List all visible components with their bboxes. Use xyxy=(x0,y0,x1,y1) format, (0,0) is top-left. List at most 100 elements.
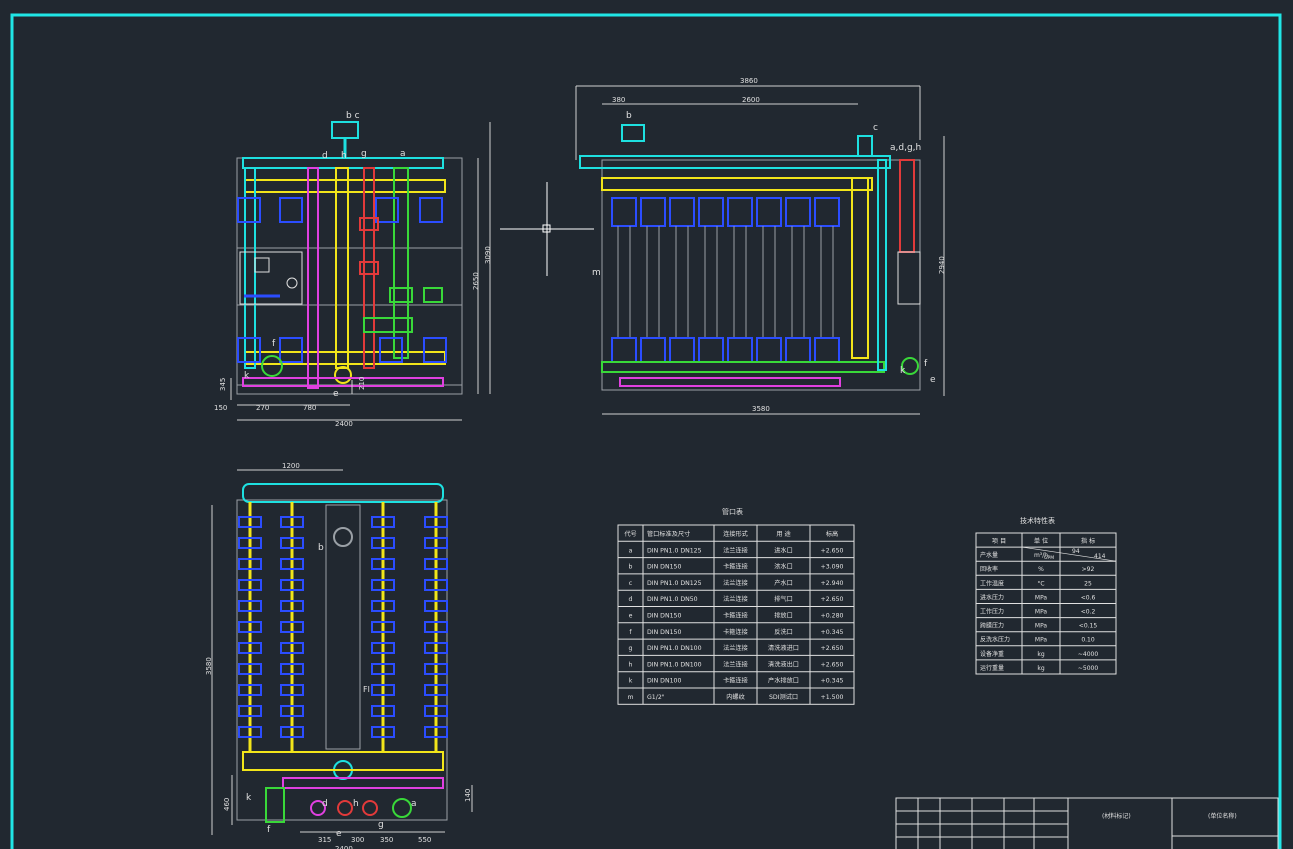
nozzle-table-cell: 法兰连接 xyxy=(723,644,748,652)
cad-drawing-canvas: 2400 150 270 780 345 210 2650 3090 b c d… xyxy=(10,13,1282,849)
nozzle-table-header: 标高 xyxy=(826,530,838,538)
nozzle-table-cell: G1/2" xyxy=(647,694,665,701)
front-dim-height-total: 3090 xyxy=(484,246,492,264)
front-dim-offset-b: 780 xyxy=(303,404,316,412)
plan-label-d: d xyxy=(322,799,328,809)
nozzle-table-cell: DIN PN1.0 DN100 xyxy=(647,645,702,652)
spec-table-cell: MPa xyxy=(1035,637,1048,644)
nozzle-table-cell: DIN DN150 xyxy=(647,629,681,636)
nozzle-table-cell: a xyxy=(629,547,633,554)
nozzle-table-cell: +2.650 xyxy=(821,596,844,603)
spec-table-cell: 25 xyxy=(1084,580,1092,587)
plan-dim-d1: 315 xyxy=(318,836,331,844)
nozzle-table-header: 连接形式 xyxy=(723,530,748,538)
nozzle-table-cell: 内螺纹 xyxy=(726,693,745,701)
nozzle-table-cell: e xyxy=(629,613,633,620)
spec-table-cell: 跨膜压力 xyxy=(980,622,1004,630)
side-membrane-bottom xyxy=(727,337,753,363)
nozzle-table-cell: 法兰连接 xyxy=(723,660,748,668)
side-membrane-top xyxy=(785,197,811,227)
spec-table-cell: kg xyxy=(1037,651,1044,658)
spec-table-cell: % xyxy=(1038,566,1044,573)
nozzle-table-cell: c xyxy=(629,580,633,587)
spec-table-header: 项 目 xyxy=(992,538,1006,545)
front-label-k: k xyxy=(244,371,250,381)
nozzle-table-cell: 法兰连接 xyxy=(723,579,748,587)
spec-table-cell: <0.6 xyxy=(1081,594,1096,601)
nozzle-table-cell: DIN PN1.0 DN125 xyxy=(647,547,702,554)
nozzle-table-cell: 反洗口 xyxy=(774,628,793,636)
front-dim-width-total: 2400 xyxy=(335,420,353,428)
nozzle-table-cell: 产水排放口 xyxy=(768,677,799,685)
nozzle-table-cell: 浓水口 xyxy=(774,563,793,571)
nozzle-table-cell: 产水口 xyxy=(774,579,793,587)
nozzle-table-cell: 法兰连接 xyxy=(723,595,748,603)
nozzle-table-title: 管口表 xyxy=(722,507,743,516)
front-label-g: g xyxy=(361,149,367,159)
side-view: 3860 380 2600 3580 2940 b c a,d,g,h m k … xyxy=(575,77,946,415)
side-label-e: e xyxy=(930,375,936,385)
spec-table-cell: 产水量 xyxy=(980,551,998,559)
spec-table-cell: >92 xyxy=(1082,566,1095,573)
front-view: 2400 150 270 780 345 210 2650 3090 b c d… xyxy=(214,111,492,428)
side-label-m: m xyxy=(592,268,601,278)
plan-dim-d2: 300 xyxy=(351,836,364,844)
spec-table-title: 技术特性表 xyxy=(1020,516,1055,525)
side-label-k: k xyxy=(900,366,906,376)
spec-table-cell: 运行重量 xyxy=(980,664,1004,672)
spec-table-cell: 反洗水压力 xyxy=(980,636,1010,644)
side-label-adgh: a,d,g,h xyxy=(890,143,921,153)
side-label-c: c xyxy=(873,123,878,133)
side-membrane-top xyxy=(611,197,637,227)
side-membrane-top xyxy=(698,197,724,227)
side-membrane-top xyxy=(640,197,666,227)
plan-label-a: a xyxy=(411,799,417,809)
spec-table-cell: kg xyxy=(1037,665,1044,672)
plan-label-k: k xyxy=(246,793,252,803)
nozzle-table-cell: 排气口 xyxy=(774,595,793,603)
nozzle-table-cell: DIN DN150 xyxy=(647,564,681,571)
nozzle-table-cell: f xyxy=(629,629,632,636)
nozzle-table-cell: g xyxy=(629,645,633,652)
side-dim-height: 2940 xyxy=(938,256,946,274)
nozzle-table-cell: 进水口 xyxy=(774,546,793,554)
spec-table-cell: 工作温度 xyxy=(980,579,1004,587)
plan-dim-bottom-h: 460 xyxy=(223,798,231,811)
plan-view: 1200 3580 460 140 315 300 350 550 2400 b… xyxy=(205,462,473,849)
side-label-b: b xyxy=(626,111,632,121)
nozzle-table-grid: 代号 管口标准及尺寸 连接形式 用 途 标高 a DIN PN1.0 DN125 法兰连接 进水… xyxy=(617,524,855,705)
plan-dim-left-height: 3580 xyxy=(205,657,213,675)
nozzle-table-cell: +0.280 xyxy=(821,613,844,620)
nozzle-table-cell: 清洗液出口 xyxy=(768,660,799,668)
side-dim-top-total: 3860 xyxy=(740,77,758,85)
spec-table-cell: 工作压力 xyxy=(980,608,1004,616)
front-dim-height-inner: 2650 xyxy=(472,272,480,290)
spec-table-cell: <0.2 xyxy=(1081,609,1096,616)
nozzle-table-cell: +2.650 xyxy=(821,645,844,652)
plan-label-e: e xyxy=(336,829,342,839)
side-membrane-bottom xyxy=(785,337,811,363)
nozzle-table-cell: SDI测试口 xyxy=(769,693,798,701)
nozzle-table-cell: +1.500 xyxy=(821,694,844,701)
nozzle-table-cell: m xyxy=(627,694,633,701)
plan-dim-d4: 550 xyxy=(418,836,431,844)
plan-label-g: g xyxy=(378,820,384,830)
side-membrane-bottom xyxy=(640,337,666,363)
nozzle-table-cell: 卡箍连接 xyxy=(723,612,748,620)
nozzle-table-cell: DIN DN150 xyxy=(647,613,681,620)
nozzle-table-cell: 排放口 xyxy=(774,612,793,620)
nozzle-table-cell: +2.940 xyxy=(821,580,844,587)
title-block-material-mark: (材料标记) xyxy=(1102,812,1131,820)
spec-table-cell: 设备净重 xyxy=(980,650,1004,658)
plan-membrane-modules xyxy=(238,502,448,752)
nozzle-table-header: 代号 xyxy=(624,530,636,538)
plan-label-b: b xyxy=(318,543,324,553)
nozzle-table-cell: 卡箍连接 xyxy=(723,563,748,571)
spec-table-cell: 进水压力 xyxy=(980,593,1004,601)
plan-label-fl: Fl xyxy=(363,685,370,694)
spec-table-unit-gpm: GPM xyxy=(1044,555,1054,561)
plan-dim-d3: 350 xyxy=(380,836,393,844)
side-membrane-modules xyxy=(611,197,840,363)
nozzle-table-cell: 法兰连接 xyxy=(723,546,748,554)
title-block xyxy=(895,797,1279,849)
